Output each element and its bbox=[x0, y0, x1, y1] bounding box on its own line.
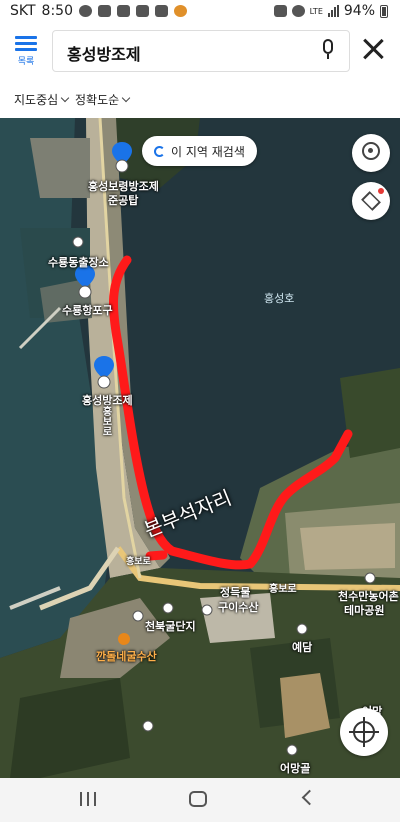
check-icon bbox=[117, 5, 130, 17]
wifi-icon bbox=[291, 5, 305, 17]
my-location-button[interactable] bbox=[340, 708, 388, 756]
filter-sort-label: 정확도순 bbox=[75, 93, 120, 107]
bag-icon bbox=[136, 5, 149, 17]
signal-icon bbox=[327, 5, 339, 17]
chevron-down-icon bbox=[121, 93, 131, 103]
filter-map-center[interactable]: 지도중심 bbox=[14, 91, 70, 108]
chevron-down-icon bbox=[60, 93, 70, 103]
battery-label: 94% bbox=[343, 3, 375, 19]
status-bar: SKT 8:50 LTE 94% bbox=[0, 0, 400, 24]
clock: 8:50 bbox=[41, 3, 73, 19]
rescan-area-label: 이 지역 재검색 bbox=[171, 144, 245, 159]
alarm-clock-icon bbox=[273, 5, 287, 17]
place-eomang-gol-label[interactable]: 어망골 bbox=[280, 760, 310, 776]
satellite-map[interactable]: 홍성보령방조제 준공탑 수룡동출장소 수룡항포구 홍성방조제 홍보로 홍성호 본… bbox=[0, 118, 400, 778]
place-fish-market-label[interactable]: 수룡동출장소 bbox=[48, 254, 109, 270]
app-icon bbox=[155, 5, 168, 17]
cctv-icon bbox=[362, 142, 380, 160]
list-menu-label: 목록 bbox=[17, 57, 35, 67]
alarm-icon bbox=[98, 5, 111, 17]
road-vertical-label: 홍보로 bbox=[100, 406, 111, 436]
filter-map-center-label: 지도중심 bbox=[14, 93, 59, 107]
search-bar: 목록 홍성방조제 bbox=[0, 24, 400, 80]
mic-icon[interactable] bbox=[321, 39, 335, 63]
recent-apps-button[interactable] bbox=[80, 792, 96, 806]
notification-icon bbox=[79, 5, 92, 17]
carrier-label: SKT bbox=[10, 3, 36, 19]
battery-icon bbox=[380, 4, 388, 18]
cctv-button[interactable] bbox=[352, 134, 390, 172]
back-button[interactable] bbox=[301, 789, 318, 806]
filter-sort-accuracy[interactable]: 정확도순 bbox=[75, 91, 131, 108]
refresh-icon bbox=[154, 145, 165, 157]
list-menu-button[interactable]: 목록 bbox=[12, 36, 40, 72]
home-button[interactable] bbox=[189, 791, 207, 807]
place-farm-label-2[interactable]: 테마공원 bbox=[344, 602, 384, 618]
layers-icon bbox=[361, 191, 381, 211]
rescan-area-button[interactable]: 이 지역 재검색 bbox=[142, 136, 257, 166]
system-nav-bar bbox=[0, 778, 400, 822]
layers-button[interactable] bbox=[352, 182, 390, 220]
filter-bar: 지도중심 정확도순 bbox=[0, 80, 400, 118]
place-dam-tower-label-2[interactable]: 준공탑 bbox=[108, 192, 138, 208]
lake-label: 홍성호 bbox=[264, 292, 295, 305]
map-imagery bbox=[0, 118, 400, 778]
close-button[interactable] bbox=[362, 38, 384, 60]
place-seafood-label[interactable]: 구이수산 bbox=[218, 599, 258, 615]
search-query: 홍성방조제 bbox=[67, 45, 141, 64]
new-badge bbox=[378, 188, 384, 194]
place-kkanti-label[interactable]: 깐돌네굴수산 bbox=[96, 648, 157, 664]
place-cheonbuk-label[interactable]: 천북굴단지 bbox=[145, 618, 196, 634]
place-yedam-label[interactable]: 예담 bbox=[292, 639, 312, 655]
road-horizontal-label: 홍보로 bbox=[269, 584, 297, 595]
network-label: LTE bbox=[309, 6, 323, 16]
place-ferry-label[interactable]: 정득물 bbox=[220, 584, 250, 600]
road-small-label: 홍보로 bbox=[126, 557, 151, 567]
place-port-label[interactable]: 수룡항포구 bbox=[62, 302, 113, 318]
list-icon bbox=[15, 36, 37, 51]
food-app-icon bbox=[174, 5, 187, 17]
search-input[interactable]: 홍성방조제 bbox=[52, 30, 350, 72]
